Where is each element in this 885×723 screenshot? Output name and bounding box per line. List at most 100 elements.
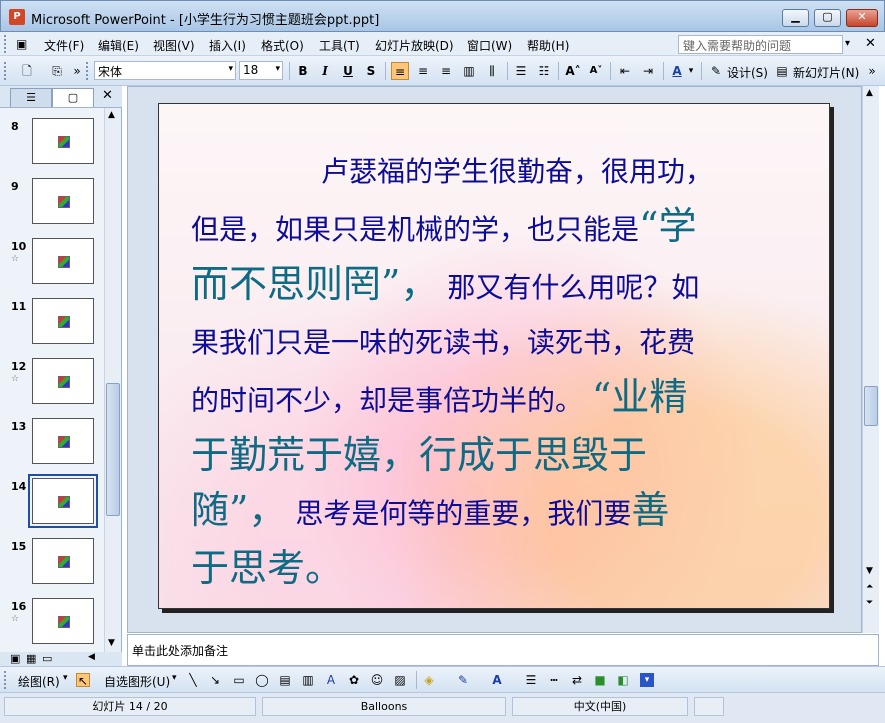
toolbar-grip-2[interactable] <box>86 62 89 80</box>
slide-thumbnail[interactable] <box>32 358 94 404</box>
slide-thumbnail-row[interactable]: 12 ☆ <box>0 358 104 414</box>
text-direction-icon[interactable]: ⫼ <box>483 62 501 80</box>
decrease-indent-icon[interactable]: ⇤ <box>616 62 634 80</box>
new-document-icon[interactable]: 🗋 <box>18 62 36 80</box>
scroll-up-icon[interactable]: ▲ <box>866 88 873 98</box>
italic-button[interactable]: I <box>316 62 334 80</box>
slide-thumbnail-row[interactable]: 16 ☆ <box>0 598 104 654</box>
scroll-left-icon[interactable]: ◀ <box>88 652 95 662</box>
document-close-icon[interactable]: ✕ <box>865 36 876 51</box>
scrollbar-thumb[interactable] <box>106 383 120 516</box>
slide-scrollbar[interactable]: ▲ ▼ ⏶ ⏷ <box>862 86 879 633</box>
scroll-down-icon[interactable]: ▼ <box>866 566 873 576</box>
menu-file[interactable]: 文件(F) <box>44 37 84 54</box>
slide-thumbnail[interactable] <box>32 178 94 224</box>
slide-thumbnail[interactable] <box>32 538 94 584</box>
vertical-textbox-icon[interactable]: ▥ <box>301 673 315 687</box>
line-style-icon[interactable]: ☰ <box>524 673 538 687</box>
chevron-down-icon[interactable]: ▾ <box>228 64 233 74</box>
increase-font-icon[interactable]: A˄ <box>564 62 582 80</box>
menu-window[interactable]: 窗口(W) <box>467 37 512 54</box>
underline-button[interactable]: U <box>339 62 357 80</box>
sorter-view-icon[interactable]: ▦ <box>26 652 36 665</box>
font-size-combo[interactable]: 18 ▾ <box>239 61 283 80</box>
textbox-icon[interactable]: ▤ <box>278 673 292 687</box>
toolbar-options-icon[interactable]: ▾ <box>640 673 654 687</box>
shadow-button[interactable]: S <box>362 62 380 80</box>
scroll-down-icon[interactable]: ▼ <box>108 638 115 648</box>
dash-style-icon[interactable]: ┅ <box>547 673 561 687</box>
oval-icon[interactable]: ◯ <box>255 673 269 687</box>
draw-menu-button[interactable]: 绘图(R) <box>18 673 60 690</box>
3d-style-icon[interactable]: ◧ <box>616 673 630 687</box>
slide-thumbnail-row-selected[interactable]: 14 <box>0 474 104 534</box>
menubar-grip[interactable] <box>4 35 7 53</box>
distribute-icon[interactable]: ▥ <box>460 62 478 80</box>
align-right-icon[interactable]: ≡ <box>437 62 455 80</box>
copy-icon[interactable]: ⎘ <box>48 62 66 80</box>
slide-thumbnail-row[interactable]: 8 <box>0 118 104 174</box>
chevron-down-icon[interactable]: ▾ <box>686 62 696 80</box>
normal-view-icon[interactable]: ▣ <box>10 652 20 665</box>
bold-button[interactable]: B <box>294 62 312 80</box>
previous-slide-icon[interactable]: ⏶ <box>866 582 873 592</box>
new-slide-button[interactable]: 新幻灯片(N) <box>793 64 859 81</box>
minimize-button[interactable]: ▁ <box>782 9 809 27</box>
fill-color-icon[interactable]: ◈ <box>422 673 436 687</box>
maximize-button[interactable]: ▢ <box>814 9 841 27</box>
line-color-icon[interactable]: ✎ <box>456 673 470 687</box>
chevron-down-icon[interactable]: ▾ <box>275 64 280 74</box>
shadow-style-icon[interactable]: ■ <box>593 673 607 687</box>
slide-thumbnail[interactable] <box>32 418 94 464</box>
help-dropdown-arrow-icon[interactable]: ▾ <box>845 38 850 49</box>
slide-thumbnail[interactable] <box>32 118 94 164</box>
autoshapes-button[interactable]: 自选图形(U) <box>104 673 170 690</box>
select-pointer-icon[interactable]: ↖ <box>76 673 90 688</box>
slide-thumbnail-row[interactable]: 9 <box>0 178 104 234</box>
chevron-down-icon[interactable]: ▾ <box>63 673 68 683</box>
scroll-up-icon[interactable]: ▲ <box>108 110 115 120</box>
menu-doc-icon[interactable]: ▣ <box>16 37 27 51</box>
menu-slideshow[interactable]: 幻灯片放映(D) <box>375 37 454 54</box>
panel-close-icon[interactable]: ✕ <box>102 88 113 103</box>
design-button[interactable]: 设计(S) <box>727 64 768 81</box>
menu-insert[interactable]: 插入(I) <box>209 37 246 54</box>
decrease-font-icon[interactable]: A˅ <box>587 62 605 80</box>
close-button[interactable]: ✕ <box>846 9 878 27</box>
toolbar-options-icon[interactable]: » <box>866 62 878 80</box>
numbering-icon[interactable]: ☰ <box>512 62 530 80</box>
diagram-icon[interactable]: ✿ <box>347 673 361 687</box>
tab-slides[interactable]: ▢ <box>52 88 94 107</box>
font-name-combo[interactable]: 宋体 ▾ <box>94 61 236 80</box>
toolbar-grip[interactable] <box>4 62 7 80</box>
bullets-icon[interactable]: ☷ <box>535 62 553 80</box>
help-search-input[interactable]: 键入需要帮助的问题 <box>678 35 843 54</box>
slide-thumbnail-selected[interactable] <box>28 474 98 528</box>
arrow-icon[interactable]: ↘ <box>208 673 222 687</box>
notes-pane[interactable]: 单击此处添加备注 <box>127 634 879 666</box>
clipart-icon[interactable]: ☺ <box>370 673 384 687</box>
menu-view[interactable]: 视图(V) <box>153 37 195 54</box>
powerpoint-app-icon[interactable]: P <box>9 9 25 25</box>
scrollbar-thumb[interactable] <box>864 386 878 426</box>
slide-thumbnail[interactable] <box>32 298 94 344</box>
slide-canvas[interactable]: 卢瑟福的学生很勤奋，很用功， 但是，如果只是机械的学，也只能是“学 而不思则罔”… <box>158 103 830 609</box>
slide-body-text[interactable]: 卢瑟福的学生很勤奋，很用功， 但是，如果只是机械的学，也只能是“学 而不思则罔”… <box>191 144 801 596</box>
slide-thumbnail-row[interactable]: 11 <box>0 298 104 354</box>
slideshow-view-icon[interactable]: ▭ <box>42 652 52 665</box>
line-icon[interactable]: ╲ <box>186 673 200 687</box>
font-color-icon[interactable]: A <box>668 62 686 80</box>
toolbar-grip[interactable] <box>4 671 7 689</box>
wordart-icon[interactable]: A <box>324 673 338 687</box>
arrow-style-icon[interactable]: ⇄ <box>570 673 584 687</box>
align-center-icon[interactable]: ≡ <box>414 62 432 80</box>
slide-thumbnail-row[interactable]: 15 <box>0 538 104 594</box>
increase-indent-icon[interactable]: ⇥ <box>639 62 657 80</box>
menu-format[interactable]: 格式(O) <box>261 37 304 54</box>
chevron-down-icon[interactable]: ▾ <box>172 673 177 683</box>
slide-thumbnail[interactable] <box>32 238 94 284</box>
slide-thumbnail-row[interactable]: 13 <box>0 418 104 474</box>
next-slide-icon[interactable]: ⏷ <box>866 598 873 608</box>
picture-icon[interactable]: ▨ <box>393 673 407 687</box>
menu-help[interactable]: 帮助(H) <box>527 37 569 54</box>
